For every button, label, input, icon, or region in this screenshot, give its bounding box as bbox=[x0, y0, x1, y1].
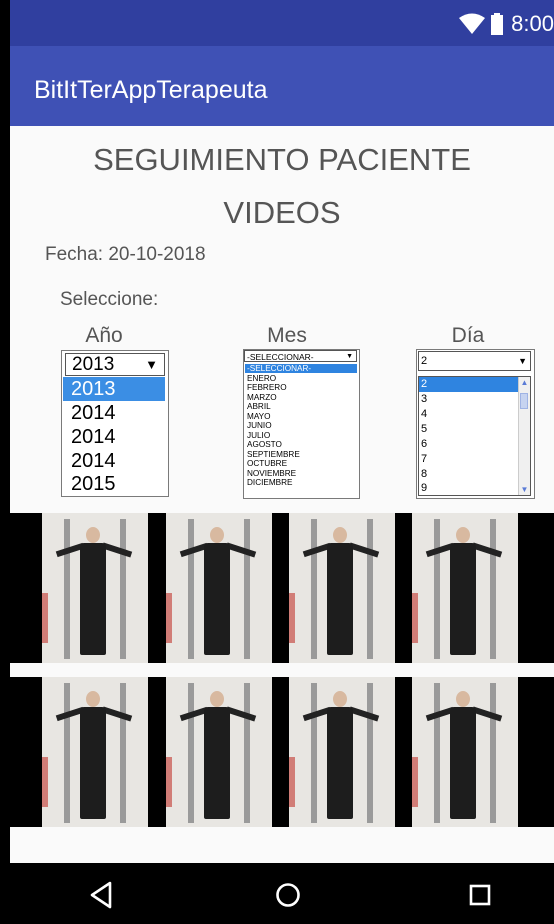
year-select[interactable]: 2013 ▼ 2013 2014 2014 2014 2015 bbox=[61, 350, 169, 497]
month-option[interactable]: MAYO bbox=[245, 412, 357, 421]
month-select[interactable]: -SELECCIONAR- ▼ -SELECCIONAR- ENERO FEBR… bbox=[243, 349, 360, 499]
day-select-current[interactable]: 2 ▼ bbox=[418, 351, 531, 371]
day-option[interactable]: 7 bbox=[419, 452, 519, 467]
day-option[interactable]: 8 bbox=[419, 467, 519, 482]
video-thumbnail[interactable] bbox=[412, 677, 518, 827]
day-option[interactable]: 9 bbox=[419, 481, 519, 495]
day-selected-value: 2 bbox=[421, 355, 428, 367]
status-time: 8:00 bbox=[511, 11, 554, 36]
wifi-icon bbox=[459, 13, 486, 34]
video-thumbnail[interactable] bbox=[166, 677, 272, 827]
day-scrollbar[interactable]: ▲ ▼ bbox=[518, 377, 530, 495]
day-select[interactable]: 2 ▼ 2 3 4 5 6 7 8 9 ▲ ▼ bbox=[416, 349, 535, 499]
day-option[interactable]: 4 bbox=[419, 407, 519, 422]
year-option[interactable]: 2015 bbox=[63, 472, 165, 496]
month-option[interactable]: OCTUBRE bbox=[245, 459, 357, 468]
video-thumbnail[interactable] bbox=[42, 513, 148, 663]
day-option[interactable]: 2 bbox=[419, 377, 519, 392]
video-thumbnail[interactable] bbox=[289, 677, 395, 827]
battery-icon bbox=[491, 13, 504, 35]
scroll-up-icon[interactable]: ▲ bbox=[519, 377, 530, 388]
year-option[interactable]: 2013 bbox=[63, 377, 165, 401]
home-icon[interactable] bbox=[270, 877, 306, 913]
month-option[interactable]: JUNIO bbox=[245, 421, 357, 430]
back-icon[interactable] bbox=[84, 877, 120, 913]
month-option[interactable]: -SELECCIONAR- bbox=[245, 364, 357, 374]
month-select-current[interactable]: -SELECCIONAR- ▼ bbox=[244, 350, 357, 362]
video-thumbnail[interactable] bbox=[412, 513, 518, 663]
select-prompt: Seleccione: bbox=[60, 289, 159, 310]
dropdown-arrow-icon: ▼ bbox=[518, 356, 527, 366]
scroll-down-icon[interactable]: ▼ bbox=[519, 484, 530, 495]
month-option[interactable]: JULIO bbox=[245, 431, 357, 440]
month-label: Mes bbox=[267, 324, 307, 347]
page-subtitle: VIDEOS bbox=[223, 195, 341, 230]
dropdown-arrow-icon: ▼ bbox=[346, 353, 353, 360]
app-title: BitItTerAppTerapeuta bbox=[34, 76, 268, 104]
month-option[interactable]: NOVIEMBRE bbox=[245, 469, 357, 478]
year-option[interactable]: 2014 bbox=[63, 401, 165, 425]
month-option[interactable]: ENERO bbox=[245, 374, 357, 383]
day-label: Día bbox=[451, 324, 485, 347]
month-option[interactable]: FEBRERO bbox=[245, 383, 357, 392]
video-thumbnail[interactable] bbox=[289, 513, 395, 663]
video-thumbnail[interactable] bbox=[42, 677, 148, 827]
month-option[interactable]: MARZO bbox=[245, 393, 357, 402]
day-option[interactable]: 3 bbox=[419, 392, 519, 407]
video-row bbox=[10, 677, 554, 827]
day-option[interactable]: 6 bbox=[419, 437, 519, 452]
month-option[interactable]: SEPTIEMBRE bbox=[245, 450, 357, 459]
month-selected-value: -SELECCIONAR- bbox=[247, 352, 314, 362]
day-option[interactable]: 5 bbox=[419, 422, 519, 437]
video-row bbox=[10, 513, 554, 663]
year-select-current[interactable]: 2013 ▼ bbox=[65, 353, 165, 376]
app-bar: BitItTerAppTerapeuta bbox=[10, 46, 554, 126]
navigation-bar bbox=[10, 863, 554, 924]
year-selected-value: 2013 bbox=[72, 354, 115, 375]
device-screen: 8:00 BitItTerAppTerapeuta SEGUIMIENTO PA… bbox=[10, 0, 554, 924]
month-option[interactable]: ABRIL bbox=[245, 402, 357, 411]
status-bar: 8:00 bbox=[10, 0, 554, 46]
month-option[interactable]: AGOSTO bbox=[245, 440, 357, 449]
recents-icon[interactable] bbox=[462, 877, 498, 913]
year-option[interactable]: 2014 bbox=[63, 425, 165, 449]
month-option[interactable]: DICIEMBRE bbox=[245, 478, 357, 487]
date-label: Fecha: 20-10-2018 bbox=[45, 244, 206, 265]
scroll-thumb[interactable] bbox=[520, 393, 528, 409]
year-label: Año bbox=[85, 324, 123, 347]
video-thumbnail[interactable] bbox=[166, 513, 272, 663]
year-option[interactable]: 2014 bbox=[63, 449, 165, 473]
page-title: SEGUIMIENTO PACIENTE bbox=[93, 142, 471, 177]
dropdown-arrow-icon: ▼ bbox=[145, 357, 158, 372]
day-options-list[interactable]: 2 3 4 5 6 7 8 9 ▲ ▼ bbox=[418, 376, 531, 496]
